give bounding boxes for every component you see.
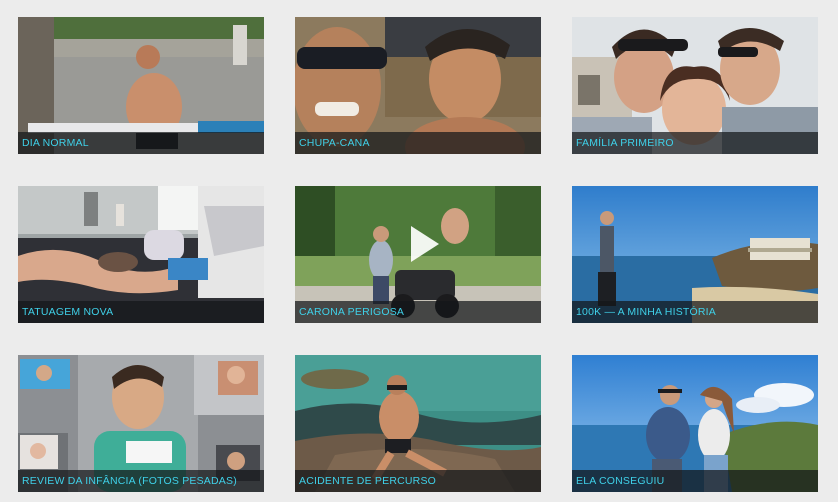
video-title: DIA NORMAL <box>22 137 89 149</box>
video-tile-chupa-cana[interactable]: CHUPA-CANA <box>295 17 541 154</box>
video-tile-tatuagem-nova[interactable]: TATUAGEM NOVA <box>18 186 264 323</box>
video-title: ACIDENTE DE PERCURSO <box>299 475 437 487</box>
video-tile-familia-primeiro[interactable]: FAMÍLIA PRIMEIRO <box>572 17 818 154</box>
video-tile-review-da-infancia[interactable]: REVIEW DA INFÂNCIA (FOTOS PESADAS) <box>18 355 264 492</box>
video-tile-ela-conseguiu[interactable]: ELA CONSEGUIU <box>572 355 818 492</box>
video-title: CHUPA-CANA <box>299 137 370 149</box>
video-tile-carona-perigosa[interactable]: CARONA PERIGOSA <box>295 186 541 323</box>
video-title: 100K — A MINHA HISTÓRIA <box>576 306 716 318</box>
video-tile-100k-a-minha-historia[interactable]: 100K — A MINHA HISTÓRIA <box>572 186 818 323</box>
video-grid: DIA NORMAL CHUPA-CANA FAMÍLIA PRIMEIRO T… <box>0 0 838 502</box>
video-title: ELA CONSEGUIU <box>576 475 665 487</box>
video-title: CARONA PERIGOSA <box>299 306 405 318</box>
video-title: REVIEW DA INFÂNCIA (FOTOS PESADAS) <box>22 475 237 487</box>
video-tile-dia-normal[interactable]: DIA NORMAL <box>18 17 264 154</box>
play-icon[interactable] <box>403 224 443 264</box>
video-tile-acidente-de-percurso[interactable]: ACIDENTE DE PERCURSO <box>295 355 541 492</box>
video-title: TATUAGEM NOVA <box>22 306 114 318</box>
video-title: FAMÍLIA PRIMEIRO <box>576 137 674 149</box>
